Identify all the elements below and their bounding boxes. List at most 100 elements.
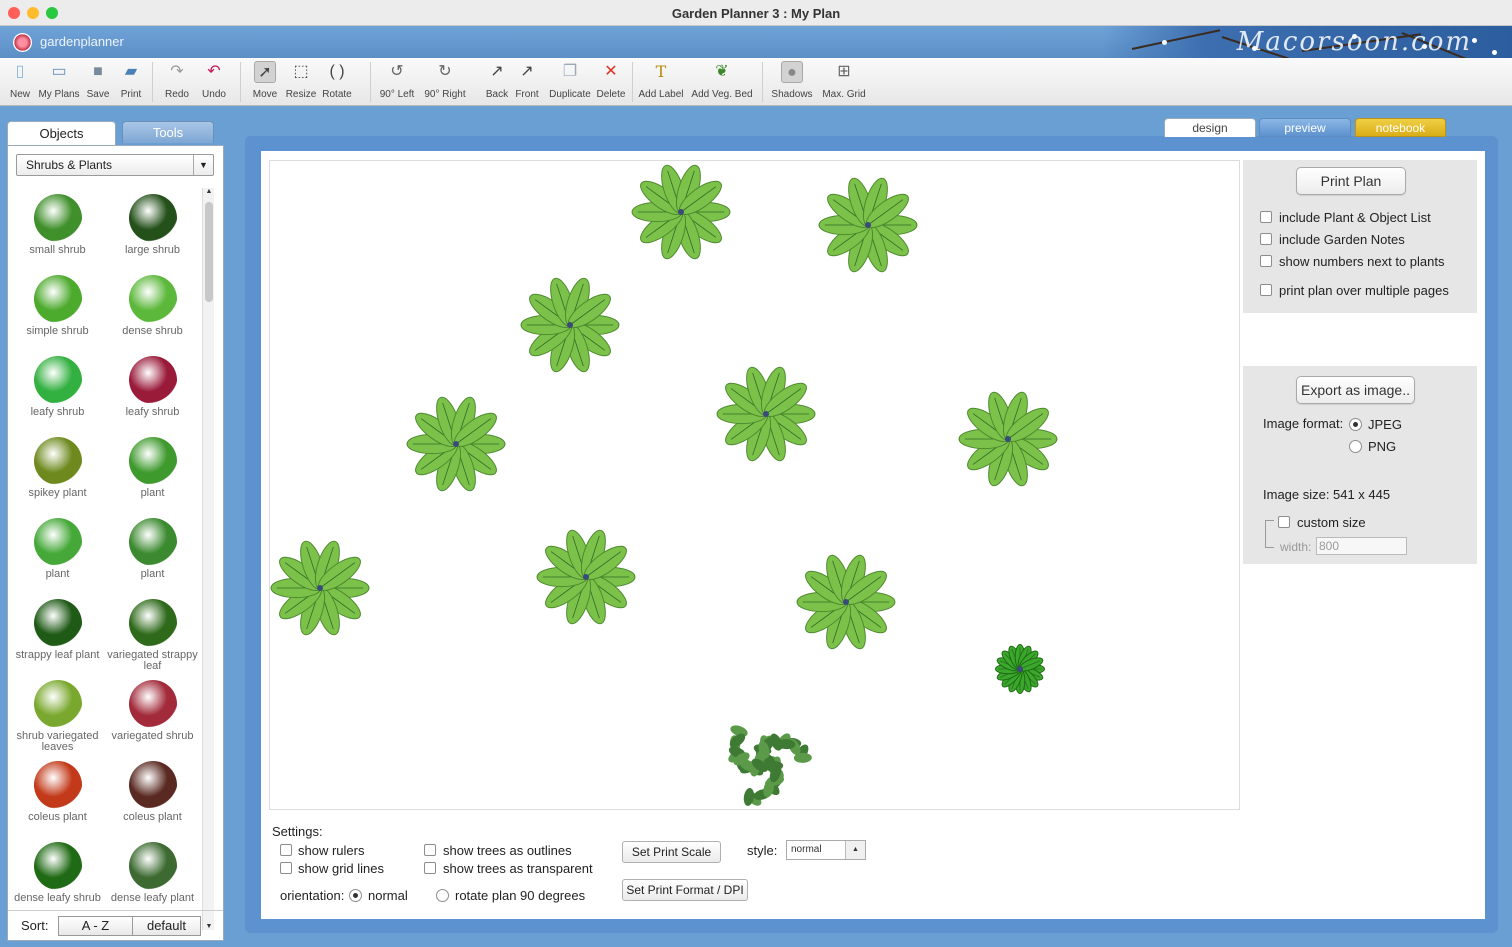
custom-size-bracket: [1265, 520, 1274, 548]
library-item[interactable]: coleus plant: [105, 761, 200, 823]
show-numbers-label: show numbers next to plants: [1279, 254, 1445, 269]
library-item-label: plant: [140, 568, 165, 580]
library-item[interactable]: dense leafy shrub: [10, 842, 105, 904]
plant-thumbnail-icon: [128, 842, 177, 890]
add-veg-bed-button[interactable]: ❦ Add Veg. Bed: [690, 61, 754, 100]
sort-az-button[interactable]: A - Z: [58, 916, 133, 936]
tab-design[interactable]: design: [1164, 118, 1256, 137]
plant-thumbnail-icon: [128, 275, 177, 323]
library-item-label: plant: [140, 487, 165, 499]
show-grid-checkbox[interactable]: [280, 862, 292, 874]
sort-default-button[interactable]: default: [132, 916, 201, 936]
new-button[interactable]: ▯ New: [6, 61, 34, 100]
export-image-button[interactable]: Export as image..: [1296, 376, 1415, 404]
show-rulers-checkbox[interactable]: [280, 844, 292, 856]
object-list-scrollbar[interactable]: ▲ ▼: [202, 188, 214, 930]
rotate-left-button[interactable]: ↺ 90° Left: [378, 61, 416, 100]
tab-tools[interactable]: Tools: [122, 121, 214, 143]
max-grid-button[interactable]: ⊞ Max. Grid: [820, 61, 868, 100]
text-label-icon: T: [655, 62, 667, 81]
main-toolbar: ▯ New ▭ My Plans ■ Save ▰ Print ↷ Redo ↶ Undo …: [0, 58, 1512, 106]
library-item[interactable]: coleus plant: [10, 761, 105, 823]
library-item[interactable]: leafy shrub: [105, 356, 200, 418]
redo-arrow-icon: ↷: [170, 63, 184, 80]
library-item[interactable]: dense shrub: [105, 275, 200, 337]
plant-thumbnail-icon: [33, 599, 82, 647]
set-print-scale-button[interactable]: Set Print Scale: [622, 841, 721, 863]
plant-thumbnail-icon: [128, 194, 177, 242]
print-button[interactable]: ▰ Print: [118, 61, 144, 100]
scrollbar-thumb[interactable]: [205, 202, 213, 302]
jpeg-radio[interactable]: [1349, 418, 1362, 431]
rotate-90-radio[interactable]: [436, 889, 449, 902]
library-item[interactable]: plant: [105, 518, 200, 580]
library-item[interactable]: simple shrub: [10, 275, 105, 337]
vegetable-bed-icon: ❦: [715, 63, 729, 80]
library-item-label: strappy leaf plant: [15, 649, 100, 661]
objects-box: Shrubs & Plants ▼ small shrub large shrub…: [7, 145, 224, 941]
image-size-label: Image size:: [1263, 487, 1330, 502]
rotate-right-icon: ↻: [438, 63, 452, 80]
bring-front-button[interactable]: ↗ Front: [513, 61, 541, 100]
dropdown-arrow-icon: ▼: [193, 155, 213, 175]
brand-name: gardenplanner: [40, 34, 124, 49]
style-select[interactable]: normal ▲: [786, 840, 866, 860]
custom-size-checkbox[interactable]: [1278, 516, 1290, 528]
trees-outlines-checkbox[interactable]: [424, 844, 436, 856]
tab-preview[interactable]: preview: [1259, 118, 1351, 137]
library-item[interactable]: dense leafy plant: [105, 842, 200, 904]
library-item-label: shrub variegated leaves: [16, 730, 99, 753]
library-item[interactable]: leafy shrub: [10, 356, 105, 418]
show-numbers-checkbox[interactable]: [1260, 255, 1272, 267]
save-button[interactable]: ■ Save: [84, 61, 112, 100]
library-item[interactable]: variegated strappy leaf: [105, 599, 200, 672]
plan-preview-canvas: [269, 160, 1240, 810]
library-item-label: variegated strappy leaf: [107, 649, 198, 672]
rotate-tool-button[interactable]: ( ) Rotate: [320, 61, 354, 100]
plant-symbol: [631, 164, 731, 260]
print-plan-button[interactable]: Print Plan: [1296, 167, 1406, 195]
plant-thumbnail-icon: [128, 599, 177, 647]
library-item[interactable]: plant: [10, 518, 105, 580]
plant-thumbnail-icon: [128, 518, 177, 566]
redo-button[interactable]: ↷ Redo: [162, 61, 192, 100]
library-item-label: coleus plant: [123, 811, 182, 823]
library-item[interactable]: small shrub: [10, 194, 105, 256]
category-select[interactable]: Shrubs & Plants ▼: [16, 154, 214, 176]
include-plant-list-checkbox[interactable]: [1260, 211, 1272, 223]
set-print-format-button[interactable]: Set Print Format / DPI: [622, 879, 748, 901]
library-item[interactable]: large shrub: [105, 194, 200, 256]
scroll-up-arrow-icon[interactable]: ▲: [203, 188, 215, 195]
rotate-right-button[interactable]: ↻ 90° Right: [423, 61, 467, 100]
shadows-toggle-button[interactable]: ● Shadows: [770, 61, 814, 100]
library-item[interactable]: strappy leaf plant: [10, 599, 105, 661]
library-item[interactable]: shrub variegated leaves: [10, 680, 105, 753]
library-item[interactable]: variegated shrub: [105, 680, 200, 742]
move-tool-button[interactable]: ➚ Move: [251, 61, 279, 100]
library-item[interactable]: plant: [105, 437, 200, 499]
library-item-label: dense leafy plant: [110, 892, 195, 904]
tab-notebook[interactable]: notebook: [1355, 118, 1446, 137]
plant-symbol: [818, 177, 918, 273]
width-input[interactable]: 800: [1316, 537, 1407, 555]
plant-symbol: [716, 366, 816, 462]
include-notes-checkbox[interactable]: [1260, 233, 1272, 245]
multi-page-checkbox[interactable]: [1260, 284, 1272, 296]
trees-transparent-checkbox[interactable]: [424, 862, 436, 874]
add-label-button[interactable]: T Add Label: [637, 61, 685, 100]
tab-objects[interactable]: Objects: [7, 121, 116, 145]
orientation-normal-radio[interactable]: [349, 889, 362, 902]
library-item-label: leafy shrub: [125, 406, 180, 418]
plant-symbol: [796, 554, 896, 650]
my-plans-button[interactable]: ▭ My Plans: [37, 61, 81, 100]
delete-button[interactable]: ✕ Delete: [595, 61, 627, 100]
duplicate-button[interactable]: ❐ Duplicate: [548, 61, 592, 100]
plant-thumbnail-icon: [33, 194, 82, 242]
png-radio[interactable]: [1349, 440, 1362, 453]
send-back-button[interactable]: ↗ Back: [483, 61, 511, 100]
undo-button[interactable]: ↶ Undo: [199, 61, 229, 100]
folder-icon: ▭: [51, 63, 67, 80]
rotate-left-icon: ↺: [390, 63, 404, 80]
library-item[interactable]: spikey plant: [10, 437, 105, 499]
resize-tool-button[interactable]: ⬚ Resize: [284, 61, 318, 100]
